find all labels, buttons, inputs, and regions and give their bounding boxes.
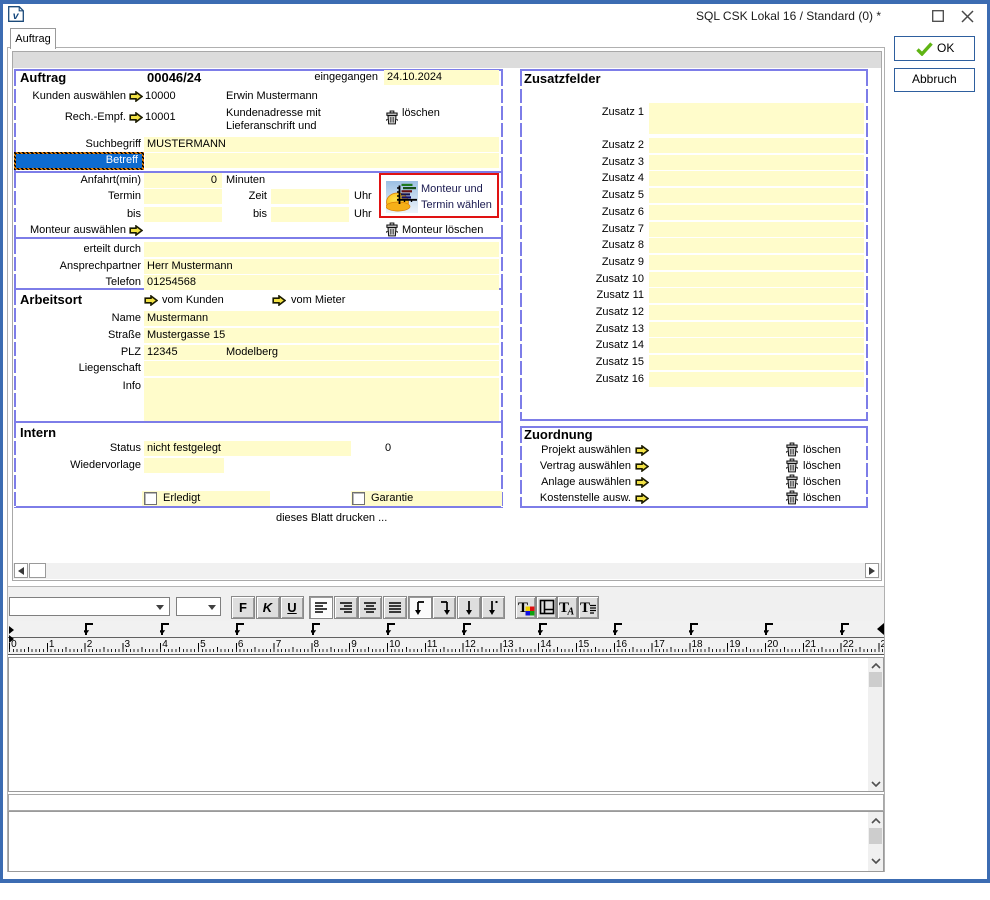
- svg-text:T: T: [580, 600, 590, 616]
- svg-text:A: A: [567, 607, 575, 618]
